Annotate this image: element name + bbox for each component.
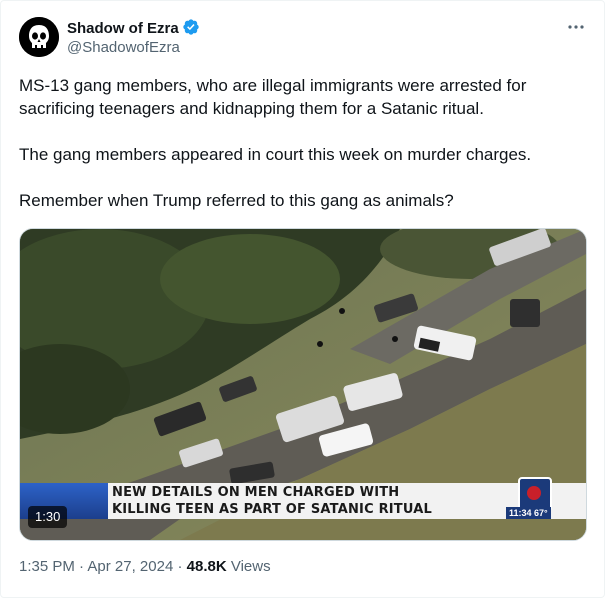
video-duration-badge: 1:30 [28, 506, 68, 528]
news-headline: NEW DETAILS ON MEN CHARGED WITH KILLING … [112, 484, 432, 518]
verified-badge-icon[interactable] [182, 18, 200, 40]
tweet-card: Shadow of Ezra @ShadowofEzra MS-13 gang … [0, 0, 605, 598]
views-label: Views [230, 558, 271, 575]
meta-separator: · [79, 558, 85, 575]
tweet-paragraph: Remember when Trump referred to this gan… [19, 191, 454, 210]
tweet-paragraph: MS-13 gang members, who are illegal immi… [19, 76, 527, 118]
more-options-button[interactable] [565, 17, 587, 37]
author-handle[interactable]: @ShadowofEzra [67, 39, 180, 56]
views-count: 48.8K [186, 558, 227, 575]
more-horizontal-icon [568, 25, 584, 29]
broadcast-clock: 11:34 67° [506, 507, 551, 519]
tweet-meta: 1:35 PM · Apr 27, 2024 · 48.8K Views [19, 558, 271, 575]
station-logo-icon [518, 477, 552, 511]
headline-line-2: KILLING TEEN AS PART OF SATANIC RITUAL [112, 502, 432, 517]
tweet-time[interactable]: 1:35 PM [19, 558, 75, 575]
tweet-text: MS-13 gang members, who are illegal immi… [19, 74, 584, 212]
tweet-date[interactable]: Apr 27, 2024 [87, 558, 173, 575]
author-name-text[interactable]: Shadow of Ezra [67, 20, 179, 37]
meta-separator: · [177, 558, 183, 575]
headline-line-1: NEW DETAILS ON MEN CHARGED WITH [112, 485, 400, 500]
tweet-paragraph: The gang members appeared in court this … [19, 145, 532, 164]
avatar[interactable] [19, 17, 59, 57]
video-player[interactable]: NEW DETAILS ON MEN CHARGED WITH KILLING … [19, 228, 587, 541]
author-name[interactable]: Shadow of Ezra [67, 18, 200, 40]
skull-logo-icon [19, 17, 59, 57]
news-lower-third: NEW DETAILS ON MEN CHARGED WITH KILLING … [20, 477, 586, 519]
